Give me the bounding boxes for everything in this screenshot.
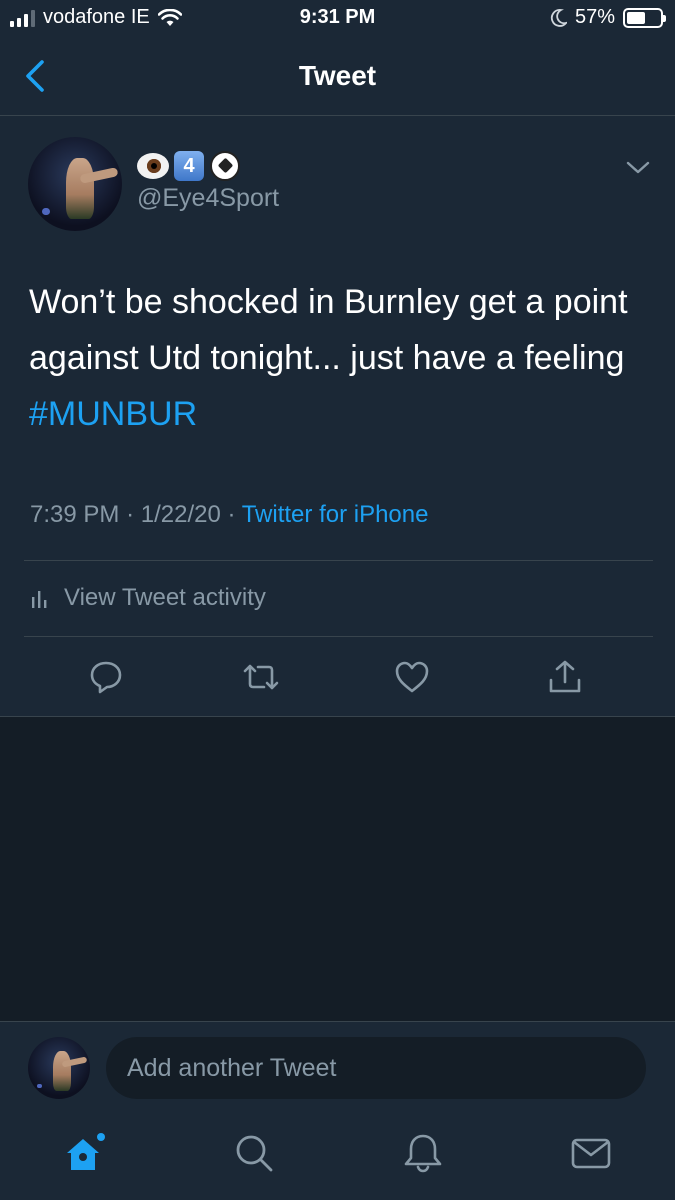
reply-icon[interactable] (87, 658, 125, 696)
author-avatar[interactable] (28, 137, 122, 231)
user-avatar[interactable] (28, 1037, 90, 1099)
moon-icon (550, 8, 567, 27)
battery-percent: 57% (574, 6, 615, 28)
meta-separator: · (126, 501, 135, 528)
tweet-body: Won’t be shocked in Burnley get a point … (29, 283, 628, 377)
add-tweet-input[interactable]: Add another Tweet (106, 1037, 646, 1099)
meta-separator: · (227, 501, 236, 528)
tweet-metadata: 7:39 PM · 1/22/20 · Twitter for iPhone (30, 501, 428, 529)
eye-emoji-icon (137, 150, 169, 182)
messages-icon[interactable] (570, 1132, 612, 1174)
retweet-icon[interactable] (242, 658, 280, 696)
notifications-icon[interactable] (402, 1132, 444, 1174)
chevron-down-icon[interactable] (625, 158, 651, 178)
divider (24, 636, 653, 637)
add-tweet-placeholder: Add another Tweet (127, 1053, 337, 1082)
like-icon[interactable] (393, 658, 431, 696)
author-handle[interactable]: @Eye4Sport (137, 184, 279, 213)
battery-level-fill (627, 11, 646, 24)
hashtag-link[interactable]: #MUNBUR (29, 395, 197, 433)
page-title: Tweet (298, 60, 377, 91)
status-bar: vodafone IE 9:31 PM 57% (0, 0, 675, 38)
battery-icon (623, 7, 666, 28)
reply-composer-bar: Add another Tweet (0, 1021, 675, 1114)
soccer-ball-emoji-icon (209, 150, 241, 182)
tweet-actions (0, 646, 675, 706)
share-icon[interactable] (546, 658, 584, 696)
tweet-time: 7:39 PM (30, 501, 120, 528)
author-display-name[interactable]: 4 (137, 150, 241, 182)
analytics-icon (32, 591, 47, 608)
tweet-text: Won’t be shocked in Burnley get a point … (29, 274, 649, 442)
tab-bar (0, 1114, 675, 1200)
tweet-source-link[interactable]: Twitter for iPhone (242, 501, 429, 528)
navigation-bar: Tweet (0, 38, 675, 116)
tweet-detail: 4 @Eye4Sport Won’t be shocked in Burnley… (0, 116, 675, 717)
search-icon[interactable] (233, 1132, 275, 1174)
view-tweet-activity-button[interactable]: View Tweet activity (30, 584, 266, 612)
keycap-4-emoji-icon: 4 (173, 150, 205, 182)
view-tweet-activity-label: View Tweet activity (64, 584, 266, 611)
home-icon[interactable] (64, 1132, 106, 1174)
divider (24, 560, 653, 561)
tweet-date: 1/22/20 (140, 501, 221, 528)
